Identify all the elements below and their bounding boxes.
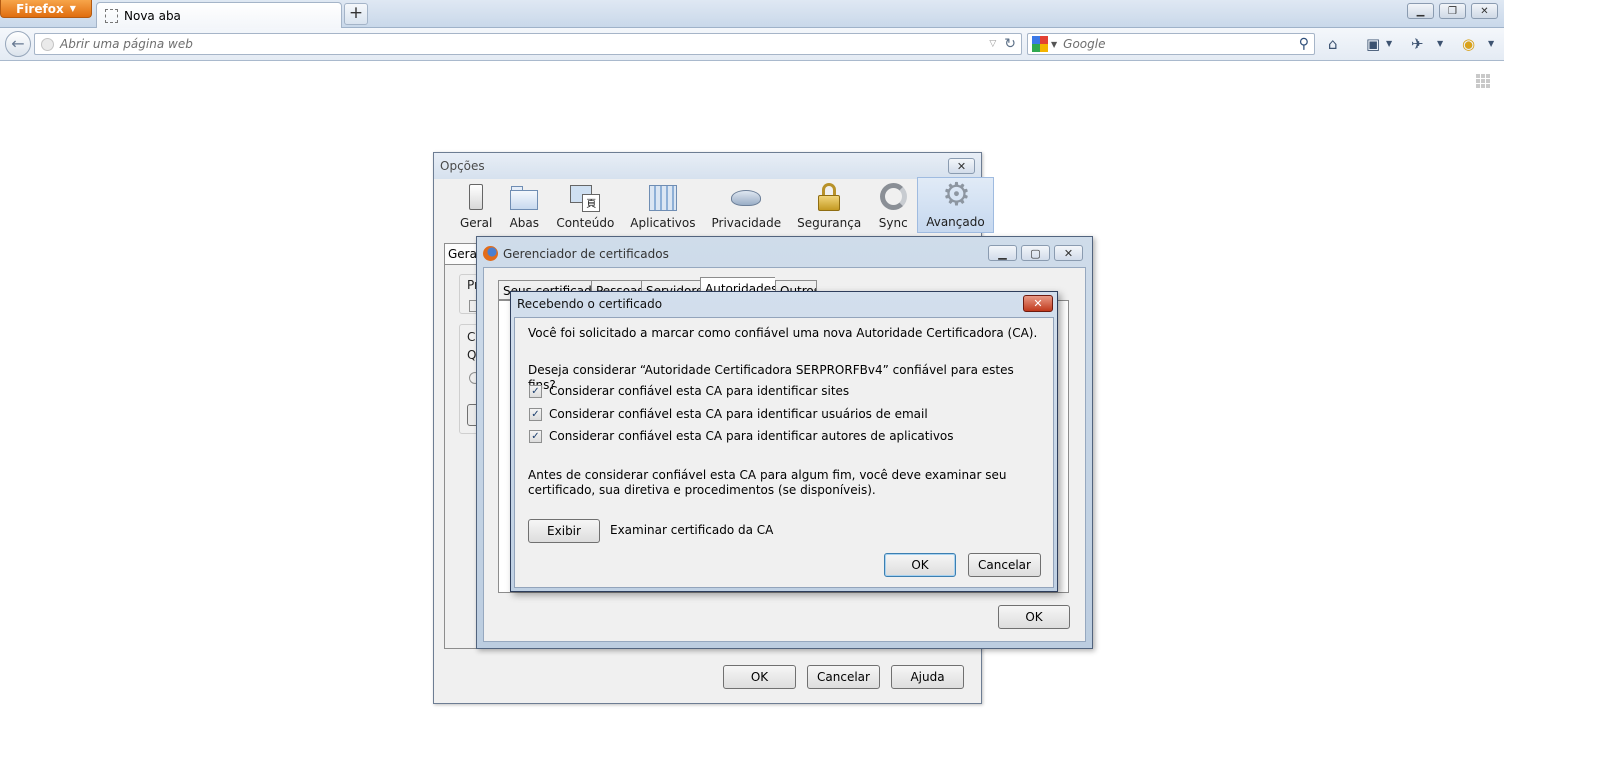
close-icon: ✕ bbox=[1480, 5, 1489, 17]
options-help-button[interactable]: Ajuda bbox=[891, 665, 964, 689]
pane-sync[interactable]: Sync bbox=[869, 177, 917, 233]
close-icon: ✕ bbox=[956, 159, 967, 173]
view-certificate-button[interactable]: Exibir bbox=[528, 519, 600, 543]
dialog-ok-button[interactable]: OK bbox=[884, 553, 956, 577]
pane-avancado[interactable]: ⚙ Avançado bbox=[917, 175, 994, 233]
search-input[interactable]: Google bbox=[1063, 37, 1299, 51]
tab-label: Nova aba bbox=[124, 8, 181, 23]
tab-nova-aba[interactable]: Nova aba bbox=[96, 2, 342, 28]
extension-icon[interactable]: ◉ bbox=[1462, 35, 1475, 53]
search-bar[interactable]: ▼ Google ⚲ bbox=[1027, 33, 1315, 55]
browser-titlebar: Firefox ▼ Nova aba + ▁ ❐ ✕ bbox=[0, 0, 1504, 28]
blank-page-icon bbox=[105, 8, 118, 23]
pane-conteudo[interactable]: 頁 Conteúdo bbox=[548, 177, 622, 233]
back-arrow-icon: ← bbox=[11, 34, 25, 53]
cert-manager-maximize-button[interactable]: ▢ bbox=[1021, 245, 1050, 261]
new-tab-button[interactable]: + bbox=[344, 3, 368, 25]
pane-label: Privacidade bbox=[711, 216, 782, 230]
trust-email-option[interactable]: ✓ Considerar confiável esta CA para iden… bbox=[529, 407, 928, 421]
options-cancel-button[interactable]: Cancelar bbox=[807, 665, 880, 689]
pane-geral[interactable]: Geral bbox=[452, 177, 500, 233]
home-icon[interactable]: ⌂ bbox=[1328, 35, 1338, 53]
dialog-client: Você foi solicitado a marcar como confiá… bbox=[514, 317, 1054, 588]
options-pane-bar: Geral Abas 頁 Conteúdo Aplicativos Privac… bbox=[434, 177, 994, 235]
chevron-down-icon[interactable]: ▼ bbox=[1051, 40, 1057, 49]
sync-icon bbox=[877, 182, 909, 212]
pane-label: Geral bbox=[460, 216, 493, 230]
options-close-button[interactable]: ✕ bbox=[948, 158, 975, 174]
trust-email-label: Considerar confiável esta CA para identi… bbox=[549, 407, 928, 421]
navigation-toolbar: ← Abrir uma página web ▽ ↻ ▼ Google ⚲ ⌂ … bbox=[0, 28, 1504, 61]
options-window-title: Opções bbox=[434, 153, 981, 179]
padlock-icon bbox=[813, 182, 845, 212]
trust-software-checkbox[interactable]: ✓ bbox=[529, 429, 542, 443]
cert-manager-close-button[interactable]: ✕ bbox=[1054, 245, 1083, 261]
switch-icon bbox=[460, 182, 492, 212]
search-icon[interactable]: ⚲ bbox=[1299, 36, 1309, 52]
back-button[interactable]: ← bbox=[5, 31, 31, 57]
gear-icon: ⚙ bbox=[942, 175, 971, 213]
mask-icon bbox=[730, 182, 762, 212]
certificate-manager-title: Gerenciador de certificados bbox=[503, 246, 669, 261]
url-bar[interactable]: Abrir uma página web ▽ ↻ bbox=[34, 33, 1022, 55]
minimize-icon: ▁ bbox=[1416, 5, 1425, 17]
close-icon: ✕ bbox=[1033, 297, 1043, 310]
addon-icon[interactable]: ✈ bbox=[1411, 35, 1424, 53]
options-ok-button[interactable]: OK bbox=[723, 665, 796, 689]
reload-icon[interactable]: ↻ bbox=[1004, 36, 1016, 52]
firefox-menu-label: Firefox bbox=[16, 1, 64, 16]
trust-software-option[interactable]: ✓ Considerar confiável esta CA para iden… bbox=[529, 429, 954, 443]
cert-manager-ok-button[interactable]: OK bbox=[998, 605, 1070, 629]
content-icon: 頁 bbox=[569, 182, 601, 212]
apps-grid-icon[interactable] bbox=[1476, 74, 1490, 88]
restore-button[interactable]: ❐ bbox=[1439, 3, 1466, 19]
history-dropdown-icon[interactable]: ▽ bbox=[989, 39, 996, 49]
certificate-download-dialog: Recebendo o certificado ✕ Você foi solic… bbox=[510, 291, 1058, 592]
cert-manager-minimize-button[interactable]: ▁ bbox=[988, 245, 1017, 261]
tabs-icon bbox=[508, 182, 540, 212]
maximize-icon: ▢ bbox=[1030, 246, 1041, 260]
trust-sites-option[interactable]: ✓ Considerar confiável esta CA para iden… bbox=[529, 384, 849, 398]
globe-icon bbox=[41, 37, 54, 51]
dialog-warning-text: Antes de considerar confiável esta CA pa… bbox=[528, 468, 1007, 497]
close-window-button[interactable]: ✕ bbox=[1471, 3, 1498, 19]
chevron-down-icon: ▼ bbox=[69, 4, 76, 13]
pane-aplicativos[interactable]: Aplicativos bbox=[622, 177, 703, 233]
applications-icon bbox=[647, 182, 679, 212]
minimize-icon: ▁ bbox=[998, 246, 1007, 260]
pane-label: Conteúdo bbox=[556, 216, 615, 230]
pane-privacidade[interactable]: Privacidade bbox=[703, 177, 789, 233]
pane-label: Segurança bbox=[797, 216, 862, 230]
pane-label: Sync bbox=[878, 216, 908, 230]
firefox-menu-button[interactable]: Firefox ▼ bbox=[0, 0, 92, 18]
pane-seguranca[interactable]: Segurança bbox=[789, 177, 869, 233]
trust-sites-label: Considerar confiável esta CA para identi… bbox=[549, 384, 850, 398]
bookmarks-icon[interactable]: ▣ bbox=[1366, 35, 1380, 53]
google-icon[interactable] bbox=[1032, 36, 1048, 52]
url-input[interactable]: Abrir uma página web bbox=[60, 37, 989, 51]
dialog-cancel-button[interactable]: Cancelar bbox=[968, 553, 1041, 577]
minimize-button[interactable]: ▁ bbox=[1407, 3, 1434, 19]
trust-email-checkbox[interactable]: ✓ bbox=[529, 407, 542, 421]
dialog-title: Recebendo o certificado bbox=[517, 297, 663, 311]
trust-software-label: Considerar confiável esta CA para identi… bbox=[549, 429, 954, 443]
chevron-down-icon[interactable]: ▼ bbox=[1437, 39, 1443, 48]
restore-icon: ❐ bbox=[1448, 5, 1457, 17]
tab-geral[interactable]: Geral bbox=[444, 243, 480, 265]
pane-label: Abas bbox=[509, 216, 540, 230]
dialog-close-button[interactable]: ✕ bbox=[1023, 295, 1053, 312]
pane-label: Avançado bbox=[926, 215, 985, 229]
certificate-manager-titlebar: Gerenciador de certificados bbox=[483, 246, 669, 261]
pane-abas[interactable]: Abas bbox=[500, 177, 548, 233]
view-certificate-description: Examinar certificado da CA bbox=[610, 523, 774, 537]
pane-label: Aplicativos bbox=[630, 216, 696, 230]
close-icon: ✕ bbox=[1063, 246, 1074, 260]
chevron-down-icon[interactable]: ▼ bbox=[1386, 39, 1392, 48]
chevron-down-icon[interactable]: ▼ bbox=[1488, 39, 1494, 48]
firefox-logo-icon bbox=[483, 246, 498, 261]
dialog-intro-text: Você foi solicitado a marcar como confiá… bbox=[528, 326, 1038, 340]
trust-sites-checkbox[interactable]: ✓ bbox=[529, 384, 542, 398]
